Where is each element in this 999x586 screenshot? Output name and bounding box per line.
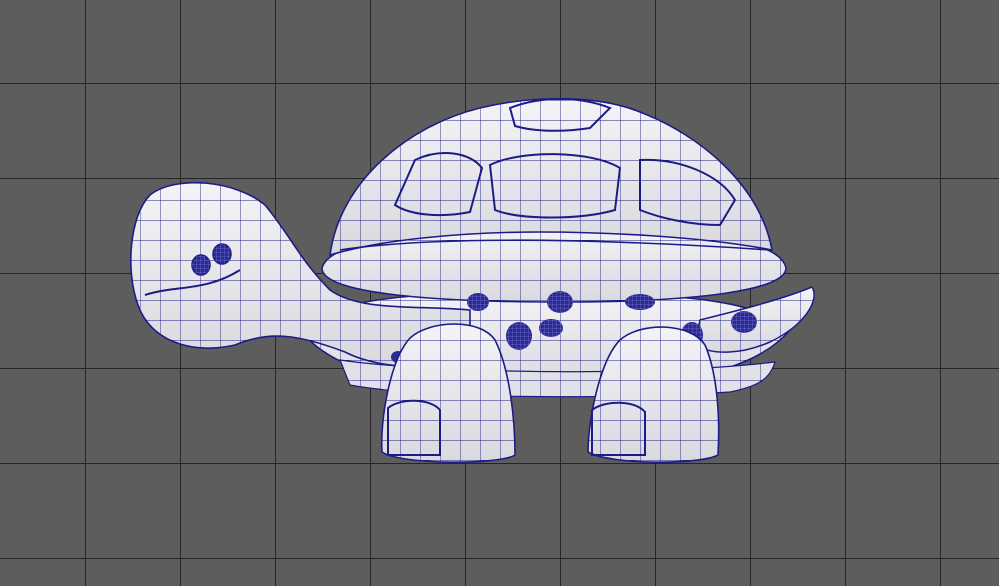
viewport-3d[interactable]	[0, 0, 999, 586]
shell-dome	[329, 97, 774, 257]
turtle-model[interactable]	[0, 0, 999, 586]
